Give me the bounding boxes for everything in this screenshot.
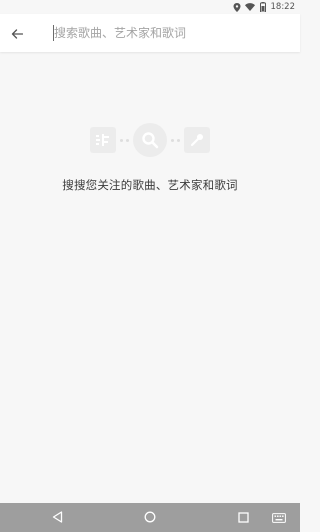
nav-keyboard-button[interactable] <box>264 503 294 532</box>
navigation-bar <box>0 503 300 532</box>
recents-icon <box>237 508 249 527</box>
wifi-icon <box>244 2 255 12</box>
arrow-back-icon <box>11 24 24 43</box>
empty-state: 搜搜您关注的歌曲、艺术家和歌词 <box>0 120 300 193</box>
nav-back-button[interactable] <box>42 503 72 532</box>
text-caret <box>53 25 54 41</box>
keyboard-icon <box>272 508 286 527</box>
empty-message: 搜搜您关注的歌曲、艺术家和歌词 <box>62 178 238 192</box>
back-icon <box>52 508 63 527</box>
lyrics-icon <box>90 127 116 153</box>
back-button[interactable] <box>0 14 34 52</box>
search-field <box>34 14 300 52</box>
nav-recents-button[interactable] <box>228 503 258 532</box>
empty-illustration <box>90 120 210 160</box>
search-header <box>0 14 300 52</box>
search-input[interactable] <box>34 23 264 43</box>
battery-icon <box>258 2 268 12</box>
location-icon <box>232 2 242 12</box>
status-bar: 18:22 <box>0 0 300 14</box>
microphone-icon <box>184 127 210 153</box>
search-icon <box>133 123 167 157</box>
connector-dots-left <box>120 138 129 142</box>
connector-dots-right <box>171 138 180 142</box>
status-time: 18:22 <box>270 2 296 12</box>
nav-home-button[interactable] <box>135 503 165 532</box>
home-icon <box>144 508 156 527</box>
